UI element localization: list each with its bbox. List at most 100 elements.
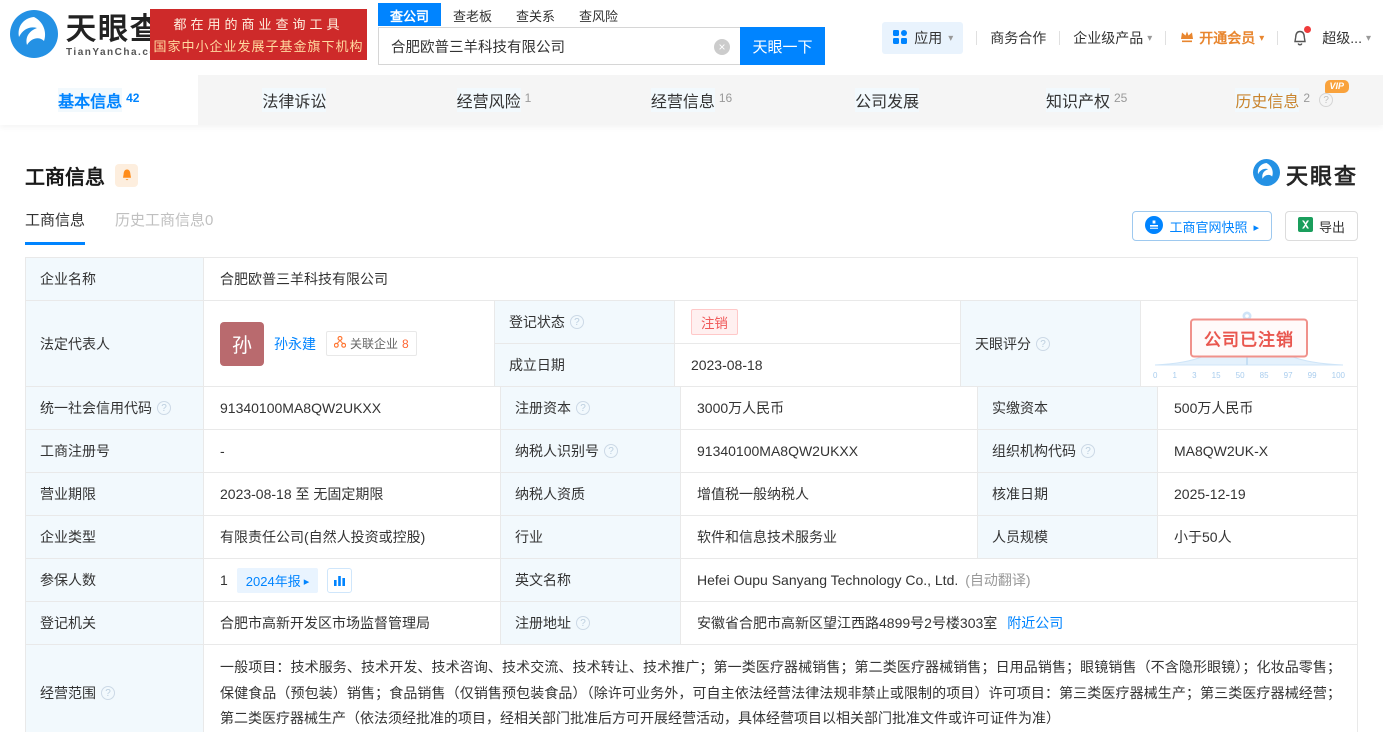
top-nav: 应用 商务合作 企业级产品 开通会员	[882, 22, 1371, 54]
help-icon[interactable]	[576, 616, 590, 630]
subtab-history-registration[interactable]: 历史工商信息0	[115, 209, 213, 245]
business-term-value: 2023-08-18 至 无固定期限	[204, 473, 501, 515]
insured-count-value: 1 2024年报	[204, 559, 501, 601]
table-row: 统一社会信用代码 91340100MA8QW2UKXX 注册资本 3000万人民…	[26, 387, 1357, 430]
search-tab-relation[interactable]: 查关系	[504, 3, 567, 26]
annual-report-badge[interactable]: 2024年报	[236, 567, 319, 593]
english-name-value: Hefei Oupu Sanyang Technology Co., Ltd. …	[697, 572, 1031, 588]
deregistered-stamp: 公司已注销	[1190, 318, 1308, 358]
company-name-value: 合肥欧普三羊科技有限公司	[220, 271, 388, 287]
taxpayer-id-label: 纳税人识别号	[501, 430, 681, 472]
establish-date-value: 2023-08-18	[690, 357, 763, 373]
tab-operation-risk[interactable]: 经营风险 1	[395, 75, 593, 125]
business-term-label: 营业期限	[26, 473, 204, 515]
score-axis-ticks: 0 1 3 15 50 85 97 99 100	[1153, 370, 1345, 380]
nearby-companies-link[interactable]: 附近公司	[1007, 613, 1063, 633]
help-icon[interactable]	[157, 401, 171, 415]
apps-grid-icon	[892, 29, 908, 48]
tab-basic-info[interactable]: 基本信息 42	[0, 75, 198, 125]
english-name-label: 英文名称	[501, 559, 681, 601]
table-row: 参保人数 1 2024年报 英文名称	[26, 559, 1357, 602]
company-section-tabs: 基本信息 42 法律诉讼 经营风险 1 经营信息 16 公司发展 知识产权 25 VIP…	[0, 75, 1383, 125]
table-row: 工商注册号 - 纳税人识别号 91340100MA8QW2UKXX 组织机构代码…	[26, 430, 1357, 473]
notification-bell-icon[interactable]	[1291, 25, 1312, 48]
tab-legal-proceedings[interactable]: 法律诉讼	[198, 75, 396, 125]
divider	[976, 31, 978, 45]
approval-date-label: 核准日期	[978, 473, 1158, 515]
help-icon[interactable]	[604, 444, 618, 458]
search-button[interactable]: 天眼一下	[740, 27, 825, 65]
table-row: 企业名称 合肥欧普三羊科技有限公司	[26, 258, 1357, 301]
search-tab-company[interactable]: 查公司	[378, 3, 442, 26]
industry-value: 软件和信息技术服务业	[681, 516, 978, 558]
official-snapshot-button[interactable]: 工商官网快照	[1132, 211, 1272, 241]
nav-cooperation[interactable]: 商务合作	[990, 28, 1046, 48]
industry-label: 行业	[501, 516, 681, 558]
search-tab-risk[interactable]: 查风险	[567, 3, 630, 26]
search-tab-boss[interactable]: 查老板	[441, 3, 504, 26]
related-companies-badge[interactable]: 关联企业 8	[326, 331, 417, 356]
tab-history-info[interactable]: VIP 历史信息 2	[1185, 75, 1383, 125]
tianyancha-company-page: 天眼查 TianYanCha.com 都在用的商业查询工具 国家中小企业发展子基…	[0, 0, 1383, 732]
main-content: 工商信息 天眼查 工商信息 历史工商信息0 工商官网快照 ▸ 导出 企业名称 合…	[0, 159, 1383, 732]
snapshot-button-label: 工商官网快照	[1169, 219, 1248, 235]
tab-company-development[interactable]: 公司发展	[790, 75, 988, 125]
reg-address-value: 安徽省合肥市高新区望江西路4899号2号楼303室 附近公司	[697, 613, 1064, 633]
tyc-score-label: 天眼评分	[961, 301, 1141, 386]
subscribe-bell-icon[interactable]	[115, 163, 138, 187]
section-title: 工商信息	[25, 166, 105, 189]
table-row: 营业期限 2023-08-18 至 无固定期限 纳税人资质 增值税一般纳税人 核…	[26, 473, 1357, 516]
paid-capital-value: 500万人民币	[1174, 400, 1254, 416]
org-code-label: 组织机构代码	[978, 430, 1158, 472]
table-row: 登记机关 合肥市高新开发区市场监督管理局 注册地址 安徽省合肥市高新区望江西路4…	[26, 602, 1357, 645]
help-icon[interactable]	[569, 315, 584, 329]
legal-rep-value: 孙 孙永建 关联企业 8	[204, 301, 495, 386]
help-icon[interactable]	[101, 686, 115, 701]
subtab-business-registration[interactable]: 工商信息	[25, 209, 86, 245]
clear-icon[interactable]	[714, 39, 730, 55]
nav-open-vip[interactable]: 开通会员	[1179, 28, 1264, 48]
legal-rep-label: 法定代表人	[26, 301, 204, 386]
search-area: 查公司 查老板 查关系 查风险 天眼一下	[378, 3, 825, 65]
avatar[interactable]: 孙	[220, 321, 264, 366]
search-input[interactable]	[379, 28, 740, 64]
establish-date-label: 成立日期	[494, 344, 675, 386]
reg-authority-value: 合肥市高新开发区市场监督管理局	[204, 602, 501, 644]
trend-chart-icon[interactable]	[327, 567, 353, 593]
nav-enterprise-products[interactable]: 企业级产品	[1073, 28, 1152, 48]
tab-business-info[interactable]: 经营信息 16	[593, 75, 791, 125]
reg-number-value: -	[204, 430, 501, 472]
tyc-score-value: 0 1 3 15 50 85 97 99 100 公司已注销	[1141, 301, 1357, 386]
help-icon[interactable]	[1036, 336, 1050, 351]
taxpayer-quality-label: 纳税人资质	[501, 473, 681, 515]
taxpayer-quality-value: 增值税一般纳税人	[681, 473, 978, 515]
org-code-value: MA8QW2UK-X	[1174, 443, 1269, 459]
arrow-right-icon	[1253, 219, 1259, 234]
tianyancha-logo[interactable]: 天眼查 TianYanCha.com	[10, 10, 167, 63]
business-scope-value: 一般项目：技术服务、技术开发、技术咨询、技术交流、技术转让、技术推广；第一类医疗…	[220, 659, 1341, 726]
legal-rep-name-link[interactable]: 孙永建	[274, 334, 316, 354]
staff-size-label: 人员规模	[978, 516, 1158, 558]
site-header: 天眼查 TianYanCha.com 都在用的商业查询工具 国家中小企业发展子基…	[0, 0, 1383, 75]
network-icon	[333, 335, 347, 351]
tab-intellectual-property[interactable]: 知识产权 25	[988, 75, 1186, 125]
apps-menu[interactable]: 应用	[882, 22, 964, 54]
annual-report-label: 2024年报	[245, 573, 301, 589]
company-type-label: 企业类型	[26, 516, 204, 558]
promo-line2: 国家中小企业发展子基金旗下机构	[153, 39, 364, 54]
registration-subtabs: 工商信息 历史工商信息0	[25, 209, 213, 245]
stamp-icon	[1145, 215, 1164, 237]
reg-authority-label: 登记机关	[26, 602, 204, 644]
user-menu-label: 超级...	[1322, 30, 1362, 46]
user-menu[interactable]: 超级...	[1322, 28, 1371, 48]
export-button[interactable]: 导出	[1284, 211, 1358, 241]
related-companies-count: 8	[402, 336, 409, 351]
chevron-down-icon	[1259, 33, 1264, 44]
chevron-down-icon	[1366, 33, 1371, 44]
table-row: 经营范围 一般项目：技术服务、技术开发、技术咨询、技术交流、技术转让、技术推广；…	[26, 645, 1357, 732]
help-icon[interactable]	[1081, 444, 1095, 458]
divider	[1165, 31, 1167, 45]
company-type-value: 有限责任公司(自然人投资或控股)	[204, 516, 501, 558]
help-icon[interactable]	[576, 401, 590, 415]
help-icon[interactable]	[1319, 93, 1334, 107]
